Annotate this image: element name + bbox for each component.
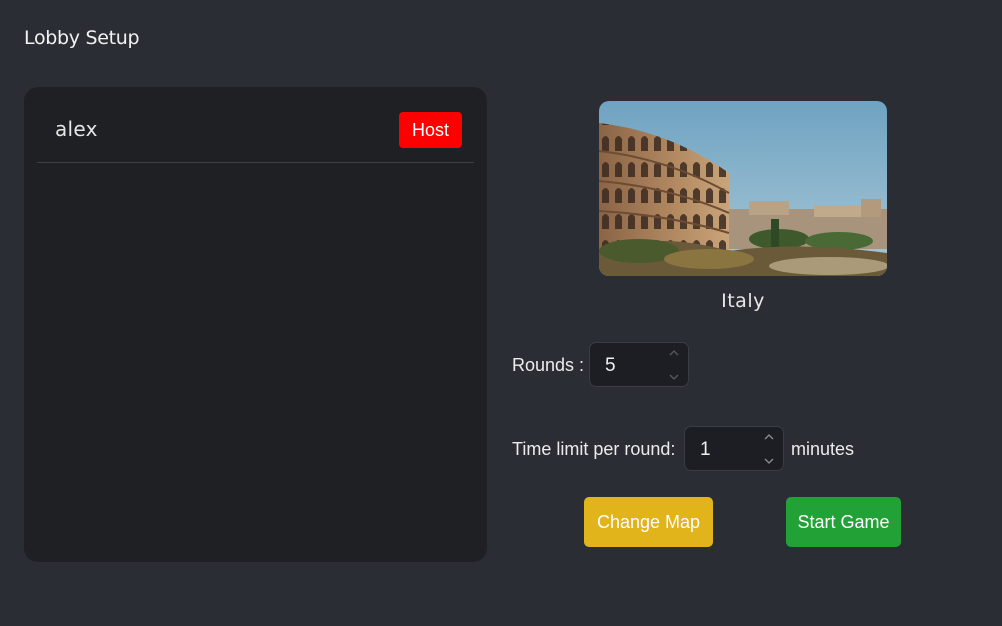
start-game-button[interactable]: Start Game: [786, 497, 901, 547]
rounds-label: Rounds :: [512, 355, 585, 375]
player-name: alex: [55, 117, 98, 141]
rounds-input[interactable]: 5: [589, 342, 689, 387]
spin-up-icon[interactable]: [669, 349, 679, 356]
time-limit-input[interactable]: 1: [684, 426, 784, 471]
change-map-button[interactable]: Change Map: [584, 497, 713, 547]
time-limit-label: Time limit per round:: [512, 439, 676, 459]
player-row: alex Host: [37, 87, 474, 163]
rounds-value: 5: [605, 355, 616, 376]
spin-down-icon[interactable]: [764, 458, 774, 465]
time-limit-spinner[interactable]: [763, 433, 775, 465]
map-preview-image: [599, 101, 887, 276]
spin-up-icon[interactable]: [764, 433, 774, 440]
host-badge: Host: [399, 112, 462, 148]
rounds-spinner[interactable]: [668, 349, 680, 381]
spin-down-icon[interactable]: [669, 374, 679, 381]
time-unit-label: minutes: [791, 439, 855, 459]
time-limit-value: 1: [700, 439, 711, 460]
players-list-panel: alex Host: [24, 87, 487, 562]
page-title: Lobby Setup: [24, 27, 140, 49]
map-name: Italy: [721, 290, 765, 312]
